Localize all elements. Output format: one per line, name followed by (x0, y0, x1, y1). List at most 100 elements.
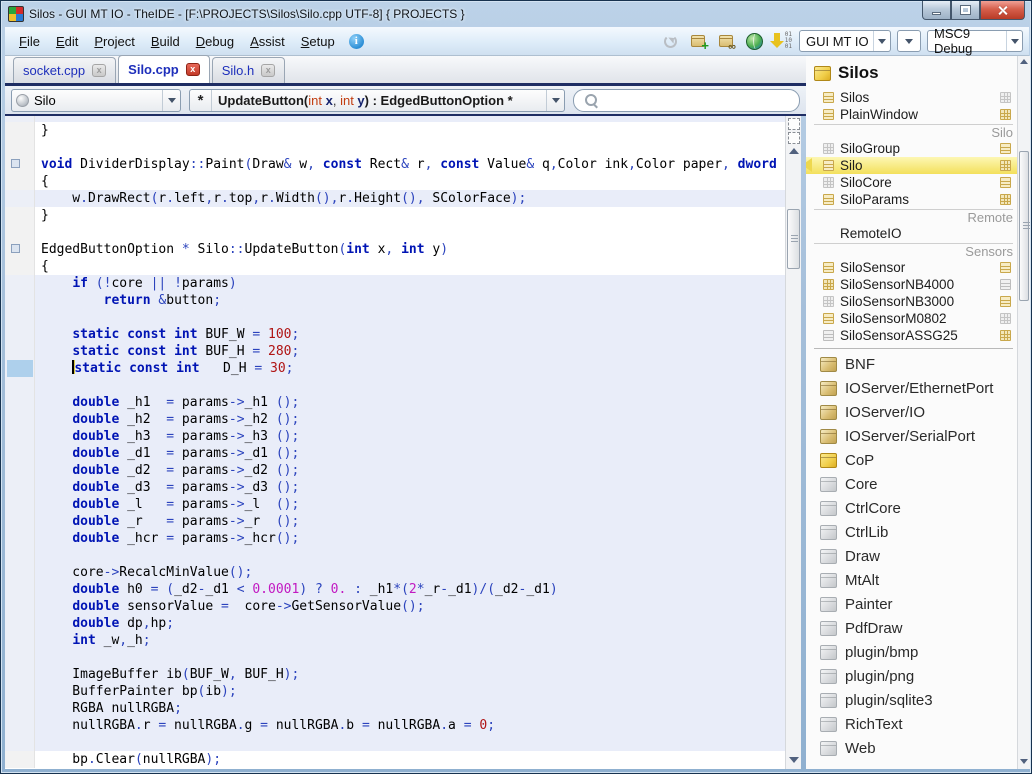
editor-scroll-thumb[interactable] (787, 209, 800, 269)
code-line-23[interactable]: double _l = params->_l (); (5, 496, 785, 513)
package-item-Core[interactable]: Core (806, 472, 1017, 496)
code-line-12[interactable] (5, 309, 785, 326)
file-item-SiloSensorNB3000[interactable]: SiloSensorNB3000 (806, 293, 1017, 310)
code-line-17[interactable]: double _h1 = params->_h1 (); (5, 394, 785, 411)
editor-margin[interactable] (5, 564, 35, 581)
code-line-37[interactable] (5, 734, 785, 751)
package-item-Draw[interactable]: Draw (806, 544, 1017, 568)
editor-margin[interactable] (5, 530, 35, 547)
code-line-25[interactable]: double _hcr = params->_hcr(); (5, 530, 785, 547)
scroll-up-icon[interactable] (789, 148, 799, 154)
editor-margin[interactable] (5, 326, 35, 343)
editor-margin[interactable] (5, 224, 35, 241)
editor-margin[interactable] (5, 343, 35, 360)
package-item-BNF[interactable]: BNF (806, 352, 1017, 376)
editor-margin[interactable] (5, 479, 35, 496)
code-line-3[interactable]: void DividerDisplay::Paint(Draw& w, cons… (5, 156, 785, 173)
scroll-up-icon[interactable] (1020, 59, 1028, 64)
editor-margin[interactable] (5, 156, 35, 173)
file-item-RemoteIO[interactable]: RemoteIO (806, 225, 1017, 242)
scope-combo[interactable]: Silo (11, 89, 181, 112)
code-line-28[interactable]: double h0 = (_d2-_d1 < 0.0001) ? 0. : _h… (5, 581, 785, 598)
tab-close-icon[interactable]: x (186, 63, 200, 76)
code-line-1[interactable]: } (5, 122, 785, 139)
package-item-plugin/png[interactable]: plugin/png (806, 664, 1017, 688)
chevron-down-icon[interactable] (1006, 31, 1022, 51)
package-item-CoP[interactable]: CoP (806, 448, 1017, 472)
code-line-24[interactable]: double _r = params->_r (); (5, 513, 785, 530)
editor-margin[interactable] (5, 207, 35, 224)
editor-margin[interactable] (5, 377, 35, 394)
code-line-35[interactable]: RGBA nullRGBA; (5, 700, 785, 717)
editor-margin[interactable] (5, 700, 35, 717)
code-line-8[interactable]: EdgedButtonOption * Silo::UpdateButton(i… (5, 241, 785, 258)
code-line-15[interactable]: static const int D_H = 30; (5, 360, 785, 377)
build-method-combo[interactable]: MSC9 Debug (927, 30, 1023, 52)
code-line-32[interactable] (5, 649, 785, 666)
file-item-Silos[interactable]: Silos (806, 89, 1017, 106)
package-item-RichText[interactable]: RichText (806, 712, 1017, 736)
chevron-down-icon[interactable] (873, 31, 890, 51)
code-line-29[interactable]: double sensorValue = core->GetSensorValu… (5, 598, 785, 615)
code-line-6[interactable]: } (5, 207, 785, 224)
editor-margin[interactable] (5, 241, 35, 258)
editor-margin[interactable] (5, 751, 35, 768)
editor-margin[interactable] (5, 513, 35, 530)
split-vertical-button[interactable] (788, 132, 800, 144)
code-line-21[interactable]: double _d2 = params->_d2 (); (5, 462, 785, 479)
tab-Silo.h[interactable]: Silo.hx (212, 57, 286, 83)
scroll-down-icon[interactable] (1020, 759, 1028, 764)
code-line-2[interactable] (5, 139, 785, 156)
editor-margin[interactable] (5, 734, 35, 751)
file-item-Silo[interactable]: Silo (806, 157, 1017, 174)
editor-margin[interactable] (5, 292, 35, 309)
member-combo[interactable]: * UpdateButton(int x, int y) : EdgedButt… (189, 89, 565, 112)
code-line-26[interactable] (5, 547, 785, 564)
code-line-14[interactable]: static const int BUF_H = 280; (5, 343, 785, 360)
code-line-16[interactable] (5, 377, 785, 394)
fold-marker-icon[interactable] (11, 244, 20, 253)
editor-margin[interactable] (5, 598, 35, 615)
package-item-IOServer/IO[interactable]: IOServer/IO (806, 400, 1017, 424)
refresh-button[interactable] (659, 30, 681, 52)
code-editor[interactable]: }void DividerDisplay::Paint(Draw& w, con… (5, 116, 785, 769)
code-line-27[interactable]: core->RecalcMinValue(); (5, 564, 785, 581)
package-item-CtrlLib[interactable]: CtrlLib (806, 520, 1017, 544)
tab-close-icon[interactable]: x (92, 64, 106, 77)
file-item-SiloSensorASSG25[interactable]: SiloSensorASSG25 (806, 327, 1017, 344)
package-item-Painter[interactable]: Painter (806, 592, 1017, 616)
chevron-down-icon[interactable] (162, 90, 180, 111)
sidebar-scroll-thumb[interactable] (1019, 151, 1029, 301)
code-line-5[interactable]: w.DrawRect(r.left,r.top,r.Width(),r.Heig… (5, 190, 785, 207)
menu-setup[interactable]: Setup (293, 31, 343, 52)
maximize-button[interactable] (951, 1, 980, 20)
link-package-button[interactable] (715, 30, 737, 52)
editor-margin[interactable] (5, 632, 35, 649)
file-item-SiloGroup[interactable]: SiloGroup (806, 140, 1017, 157)
code-line-20[interactable]: double _d1 = params->_d1 (); (5, 445, 785, 462)
editor-margin[interactable] (5, 394, 35, 411)
editor-margin[interactable] (5, 173, 35, 190)
file-item-SiloParams[interactable]: SiloParams (806, 191, 1017, 208)
menu-file[interactable]: File (11, 31, 48, 52)
editor-margin[interactable] (5, 309, 35, 326)
code-line-7[interactable] (5, 224, 785, 241)
package-item-IOServer/EthernetPort[interactable]: IOServer/EthernetPort (806, 376, 1017, 400)
menu-edit[interactable]: Edit (48, 31, 86, 52)
editor-margin[interactable] (5, 496, 35, 513)
search-input[interactable] (573, 89, 800, 112)
minimize-button[interactable] (922, 1, 951, 20)
package-item-CtrlCore[interactable]: CtrlCore (806, 496, 1017, 520)
editor-margin[interactable] (5, 411, 35, 428)
editor-margin[interactable] (5, 666, 35, 683)
package-item-plugin/bmp[interactable]: plugin/bmp (806, 640, 1017, 664)
menu-project[interactable]: Project (86, 31, 142, 52)
code-line-19[interactable]: double _h3 = params->_h3 (); (5, 428, 785, 445)
close-button[interactable] (980, 1, 1025, 20)
package-item-IOServer/SerialPort[interactable]: IOServer/SerialPort (806, 424, 1017, 448)
file-item-PlainWindow[interactable]: PlainWindow (806, 106, 1017, 123)
package-item-plugin/sqlite3[interactable]: plugin/sqlite3 (806, 688, 1017, 712)
code-line-31[interactable]: int _w,_h; (5, 632, 785, 649)
editor-margin[interactable] (5, 190, 35, 207)
chevron-down-icon[interactable] (546, 90, 564, 111)
